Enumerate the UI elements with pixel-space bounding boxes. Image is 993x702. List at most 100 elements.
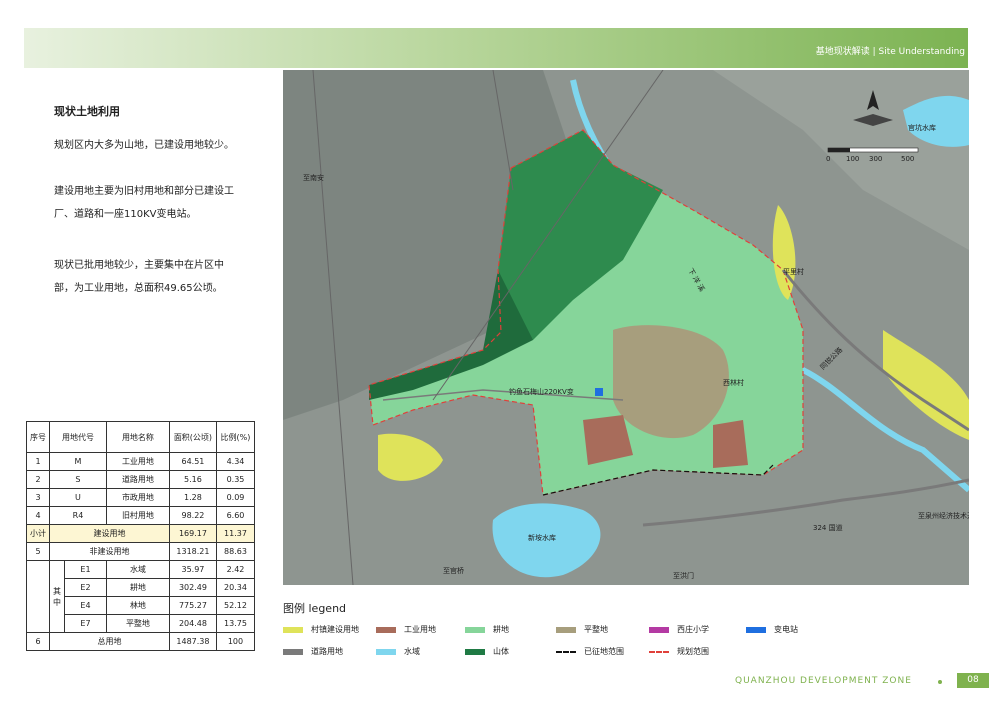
page-number: 08 [957,673,989,688]
cell-area: 98.22 [168,506,217,525]
cell-name: 工业用地 [105,452,170,471]
legend-item: 道路用地 [283,646,343,657]
col-header-area: 面积(公顷) [168,421,217,453]
cell-area: 1318.21 [168,542,217,561]
legend-label: 耕地 [493,625,509,634]
table-row: 其中 E1 水域 35.97 2.42 [26,560,256,633]
legend-item: 耕地 [465,624,509,635]
legend-label: 山体 [493,647,509,656]
label-to-hongmen: 至洪门 [673,571,694,580]
cell-no: 5 [26,542,50,561]
cell-code: E4 [64,596,107,615]
legend-title: 图例 legend [283,602,347,615]
table-row-nonbuild: 5 非建设用地 1318.21 88.63 [26,542,256,561]
cell-code: E1 [64,560,107,579]
legend-label: 水域 [404,647,420,656]
scale-tick: 100 [846,155,859,163]
cell-pct: 13.75 [215,614,256,633]
col-header-pct: 比例(%) [215,421,256,453]
legend-swatch [283,648,303,655]
cell-no: 6 [26,632,50,651]
cell-code: E7 [64,614,107,633]
legend-swatch [465,626,485,633]
legend-label: 变电站 [774,625,798,634]
substation-marker [595,388,603,396]
table-row: 3 U 市政用地 1.28 0.09 [26,488,256,507]
legend-label: 工业用地 [404,625,436,634]
legend-swatch [376,626,396,633]
cell-pct: 0.09 [215,488,256,507]
footer-dot [938,680,942,684]
cell-code: E2 [64,578,107,597]
legend-item: 变电站 [746,624,798,635]
legend-item: 村镇建设用地 [283,624,359,635]
label-reservoir-north: 官坑水库 [908,123,936,132]
cell-name: 林地 [105,596,170,615]
legend-line [649,650,669,653]
cell-pct: 4.34 [215,452,256,471]
col-header-code: 用地代号 [49,421,107,453]
footer-text: QUANZHOU DEVELOPMENT ZONE [735,676,912,686]
cell-name: 道路用地 [105,470,170,489]
cell-code: U [49,488,107,507]
legend-item: 工业用地 [376,624,436,635]
cell-name: 旧村用地 [105,506,170,525]
table-row: 2 S 道路用地 5.16 0.35 [26,470,256,489]
cell-no: 小计 [26,524,50,543]
cell-area: 169.17 [168,524,217,543]
legend-item: 已征地范围 [556,646,624,657]
paragraph-3: 现状已批用地较少，主要集中在片区中部，为工业用地，总面积49.65公顷。 [54,260,224,294]
label-road-324: 324 国道 [813,523,843,532]
col-header-no: 序号 [26,421,50,453]
table-row-subtotal: 小计 建设用地 169.17 11.37 [26,524,256,543]
legend-item: 西庄小学 [649,624,709,635]
landuse-table: 序号 用地代号 用地名称 面积(公顷) 比例(%) 1 M 工业用地 64.51… [26,421,256,651]
cell-area: 302.49 [168,578,217,597]
scale-bar-segment [828,148,850,152]
legend-line [556,650,576,653]
cell-no: 2 [26,470,50,489]
header-title: 基地现状解读 | Site Understanding [815,47,965,57]
legend-label: 已征地范围 [584,647,624,656]
scale-tick: 500 [901,155,914,163]
label-village-pingli: 平里村 [783,267,804,276]
legend-swatch [376,648,396,655]
cell-name: 总用地 [49,632,170,651]
cell-area: 1487.38 [168,632,217,651]
paragraph-1: 规划区内大多为山地，已建设用地较少。 [54,140,234,151]
table-row: 1 M 工业用地 64.51 4.34 [26,452,256,471]
legend-swatch [649,626,669,633]
legend-label: 道路用地 [311,647,343,656]
cell-no: 1 [26,452,50,471]
scale-tick: 300 [869,155,882,163]
scale-tick: 0 [826,155,830,163]
cell-blank [26,560,50,633]
cell-area: 204.48 [168,614,217,633]
map-svg: 至南安 至泉州经济技术开发区 至官桥 至洪门 324 国道 同锐公路 官坑水库 … [283,70,969,585]
paragraph-2: 建设用地主要为旧村用地和部分已建设工厂、道路和一座110KV变电站。 [54,186,234,220]
cell-pct: 11.37 [215,524,256,543]
legend-item: 山体 [465,646,509,657]
legend-swatch [465,648,485,655]
cell-name: 水域 [105,560,170,579]
cell-area: 64.51 [168,452,217,471]
cell-name: 建设用地 [49,524,170,543]
cell-code: M [49,452,107,471]
cell-pct: 88.63 [215,542,256,561]
legend-item: 水域 [376,646,420,657]
legend-label: 西庄小学 [677,625,709,634]
cell-among: 其中 [49,560,65,633]
cell-pct: 2.42 [215,560,256,579]
legend-swatch [283,626,303,633]
industrial-land [713,420,748,468]
landuse-map: 至南安 至泉州经济技术开发区 至官桥 至洪门 324 国道 同锐公路 官坑水库 … [283,70,969,585]
cell-name: 平整地 [105,614,170,633]
cell-name: 市政用地 [105,488,170,507]
cell-no: 4 [26,506,50,525]
cell-pct: 100 [215,632,256,651]
label-to-quanzhou: 至泉州经济技术开发区 [918,511,969,520]
section-heading: 现状土地利用 [54,105,120,118]
cell-pct: 52.12 [215,596,256,615]
cell-pct: 6.60 [215,506,256,525]
legend-item: 平整地 [556,624,608,635]
